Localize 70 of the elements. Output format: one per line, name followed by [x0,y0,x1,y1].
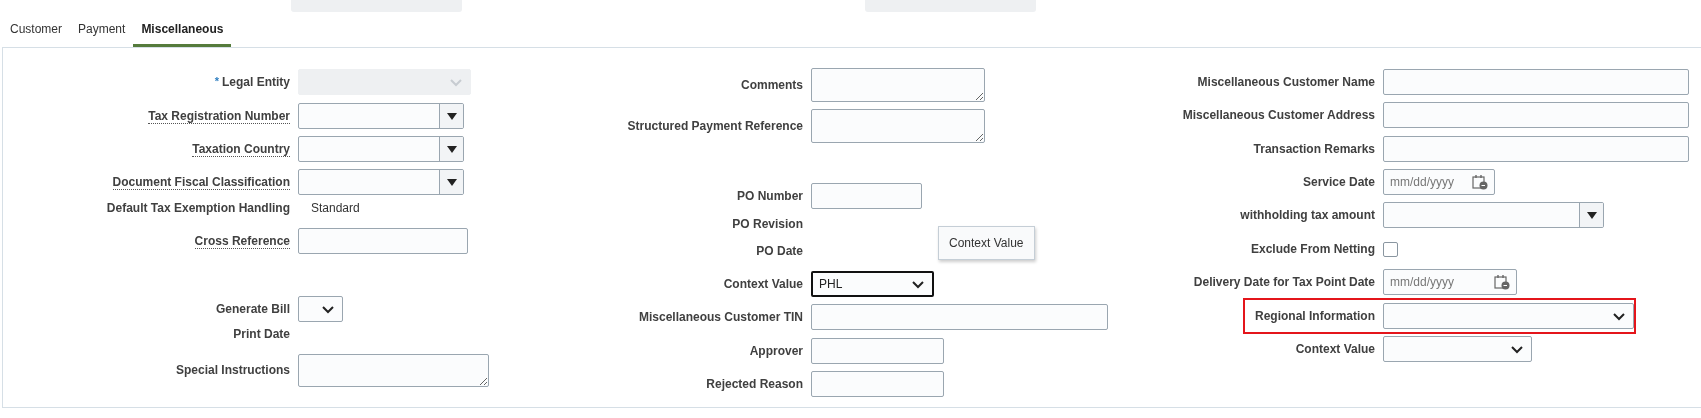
field-label: Default Tax Exemption Handling [106,201,290,215]
dropdown-button[interactable] [1579,203,1603,227]
combo-field[interactable] [298,169,464,195]
help-label: Tax Registration Number [148,109,290,124]
chevron-icon [1612,311,1626,321]
chevron-icon [911,279,925,289]
triangle-down-icon [446,145,457,153]
chevron-icon [321,304,335,314]
text-field[interactable] [1383,102,1689,128]
text-field[interactable] [811,338,944,364]
combo-field[interactable] [298,136,464,162]
field-label: Exclude From Netting [1251,242,1375,256]
text-field[interactable] [1383,69,1689,95]
field-label: Context Value [723,277,803,291]
chevron-icon [1510,344,1524,354]
tab[interactable]: Payment [70,12,134,47]
field-value: Standard [310,200,360,217]
field-label: Print Date [233,327,290,341]
field-label: Regional Information [1255,309,1375,323]
field-label: Special Instructions [175,363,290,377]
text-area[interactable] [298,353,489,387]
triangle-down-icon [446,112,457,120]
field-label: Generate Bill [215,302,290,316]
field-label: Rejected Reason [706,377,803,391]
calendar-icon[interactable] [1494,274,1510,290]
date-field[interactable]: mm/dd/yyyy [1383,269,1517,295]
field-label: withholding tax amount [1240,208,1375,222]
triangle-down-icon [1586,211,1597,219]
field-label: Miscellaneous Customer Address [1182,108,1375,122]
help-label: Taxation Country [192,142,290,157]
text-area[interactable] [811,109,985,143]
checkbox[interactable] [1383,241,1398,257]
text-field[interactable] [1383,136,1689,162]
text-area[interactable] [811,68,985,102]
tab[interactable]: Customer [10,12,70,47]
tab[interactable]: Miscellaneous [133,12,232,47]
dropdown-field[interactable]: PHL [811,271,934,297]
field-label: Structured Payment Reference [627,119,803,133]
field-label: Miscellaneous Customer TIN [638,310,803,324]
tooltip: Context Value [938,226,1035,260]
field-label: Approver [749,344,803,358]
text-field[interactable] [811,183,922,209]
combo-field[interactable] [298,103,464,129]
field-label: PO Revision [732,217,803,231]
field-label: PO Number [737,189,803,203]
field-label: PO Date [756,244,803,258]
dropdown-field[interactable] [1383,303,1634,329]
combo-field[interactable] [1383,202,1604,228]
field-label: Service Date [1302,175,1375,189]
triangle-down-icon [446,178,457,186]
dropdown-button[interactable] [439,137,463,161]
field-label: Comments [741,78,803,92]
calendar-icon[interactable] [1472,174,1488,190]
field-label: Miscellaneous Customer Name [1197,75,1375,89]
field-label: Transaction Remarks [1253,142,1375,156]
dropdown-field[interactable] [298,296,343,322]
field-label: Legal Entity [222,75,290,89]
field-label: Context Value [1295,342,1375,356]
text-field[interactable] [811,371,944,397]
chevron-icon [449,77,463,87]
dropdown-button[interactable] [439,170,463,194]
text-field[interactable] [811,304,1108,330]
required-marker: * [214,75,219,87]
help-label: Cross Reference [194,234,290,249]
dropdown-button[interactable] [439,104,463,128]
text-field[interactable] [298,228,468,254]
field-label: Delivery Date for Tax Point Date [1193,275,1375,289]
help-label: Document Fiscal Classification [112,175,290,190]
dropdown-field[interactable] [1383,336,1532,362]
date-field[interactable]: mm/dd/yyyy [1383,169,1495,195]
